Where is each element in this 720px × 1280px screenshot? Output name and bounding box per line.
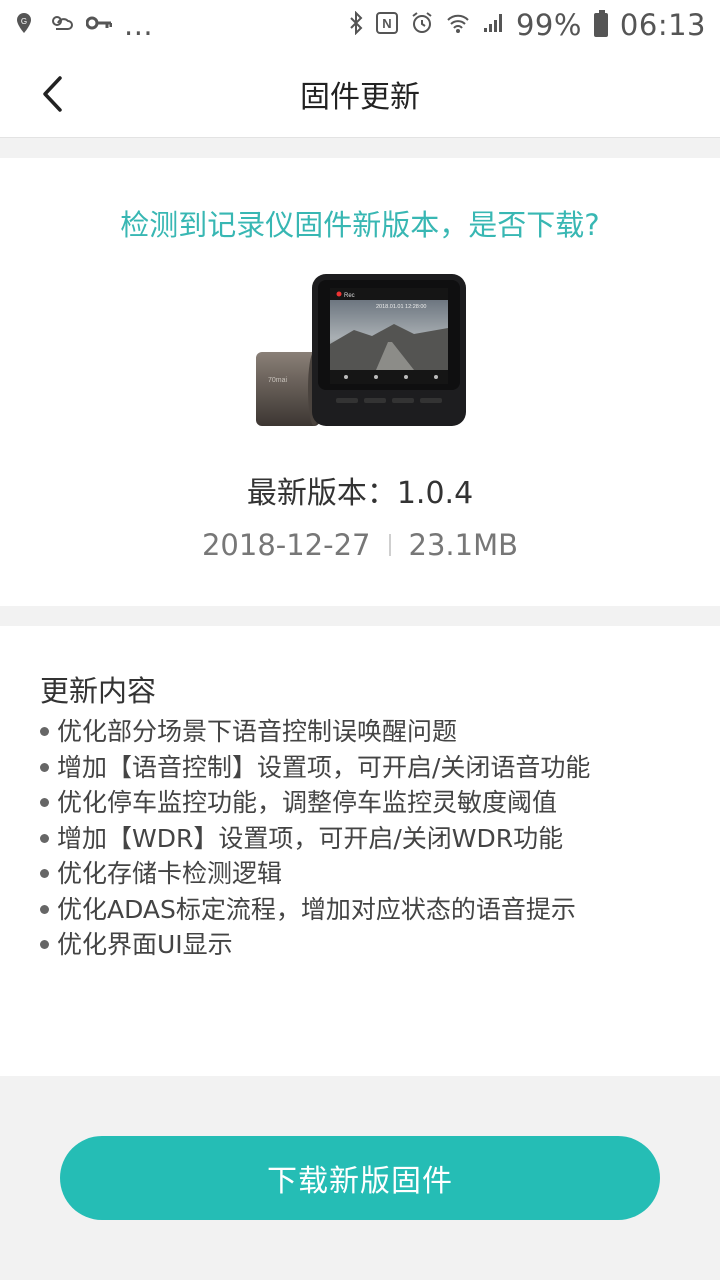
bullet-icon	[40, 798, 49, 808]
status-bar-left: G ...	[12, 8, 153, 42]
download-firmware-button[interactable]: 下载新版固件	[60, 1136, 660, 1220]
bullet-icon	[40, 833, 49, 843]
list-item-text: 优化ADAS标定流程，增加对应状态的语音提示	[57, 894, 576, 924]
release-date: 2018-12-27	[201, 528, 371, 562]
clock: 06:13	[619, 8, 706, 42]
list-item: 优化界面UI显示	[40, 927, 680, 963]
release-notes-card: 更新内容 优化部分场景下语音控制误唤醒问题 增加【语音控制】设置项，可开启/关闭…	[0, 626, 720, 1076]
bullet-icon	[40, 869, 49, 879]
battery-percent: 99%	[515, 8, 582, 42]
svg-text:N: N	[382, 16, 391, 31]
list-item: 优化停车监控功能，调整停车监控灵敏度阈值	[40, 785, 680, 821]
list-item: 增加【语音控制】设置项，可开启/关闭语音功能	[40, 750, 680, 786]
status-bar: G ... N 99% 06:13	[0, 0, 720, 50]
weather-icon	[48, 11, 74, 40]
release-notes-title: 更新内容	[40, 674, 157, 708]
svg-text:G: G	[21, 17, 27, 26]
device-rec-label: Rec	[344, 293, 355, 299]
dashcam-image: 70mai Rec 2018.01.01 12:28:00	[256, 274, 466, 426]
list-item-text: 增加【语音控制】设置项，可开启/关闭语音功能	[57, 752, 591, 782]
bullet-icon	[40, 762, 49, 772]
vpn-key-icon	[85, 13, 113, 38]
signal-icon	[482, 12, 504, 39]
status-bar-right: N 99% 06:13	[348, 8, 706, 42]
update-prompt: 检测到记录仪固件新版本，是否下载?	[120, 208, 600, 242]
location-g-icon: G	[12, 11, 36, 40]
list-item-text: 优化界面UI显示	[57, 930, 233, 959]
bullet-icon	[40, 727, 49, 737]
update-info-card: 检测到记录仪固件新版本，是否下载? 70mai Rec 2018.01.01 1…	[0, 158, 720, 606]
meta-divider	[388, 534, 391, 556]
release-notes-list: 优化部分场景下语音控制误唤醒问题 增加【语音控制】设置项，可开启/关闭语音功能 …	[40, 714, 680, 963]
more-dots-icon: ...	[124, 8, 154, 42]
chevron-left-icon	[43, 76, 62, 112]
list-item-text: 优化部分场景下语音控制误唤醒问题	[57, 717, 458, 746]
wifi-icon	[446, 12, 470, 39]
device-brand-label: 70mai	[268, 377, 288, 384]
list-item: 优化存储卡检测逻辑	[40, 856, 680, 892]
page-title: 固件更新	[300, 79, 420, 115]
list-item-text: 优化停车监控功能，调整停车监控灵敏度阈值	[57, 788, 558, 817]
battery-icon	[593, 10, 608, 37]
list-item: 优化部分场景下语音控制误唤醒问题	[40, 714, 680, 750]
nfc-icon: N	[375, 11, 398, 39]
list-item: 增加【WDR】设置项，可开启/关闭WDR功能	[40, 821, 680, 857]
update-meta: 2018-12-27 23.1MB	[0, 528, 720, 562]
bullet-icon	[40, 940, 49, 950]
alarm-icon	[410, 11, 434, 40]
list-item-text: 优化存储卡检测逻辑	[57, 859, 283, 888]
file-size: 23.1MB	[408, 528, 519, 562]
app-header: 固件更新	[0, 50, 720, 138]
latest-version: 最新版本：1.0.4	[246, 476, 474, 511]
bluetooth-icon	[348, 10, 364, 40]
list-item: 优化ADAS标定流程，增加对应状态的语音提示	[40, 892, 680, 928]
back-button[interactable]	[30, 72, 74, 116]
list-item-text: 增加【WDR】设置项，可开启/关闭WDR功能	[57, 823, 564, 853]
bullet-icon	[40, 904, 49, 914]
device-datetime-label: 2018.01.01 12:28:00	[376, 304, 426, 310]
